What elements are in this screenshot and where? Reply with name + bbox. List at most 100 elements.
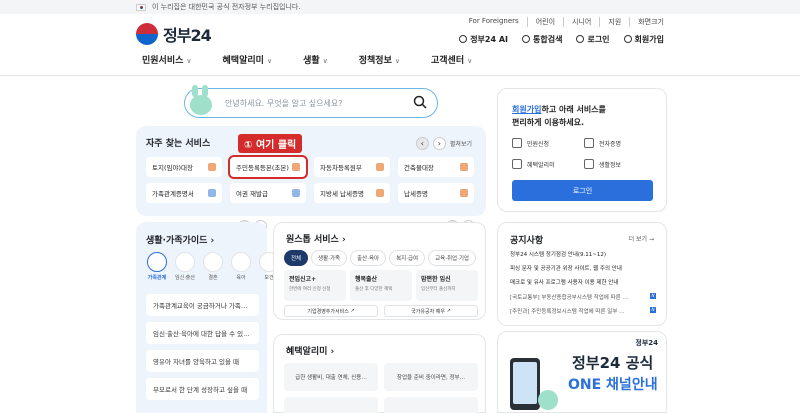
gnb-item-civil[interactable]: 민원서비스 ∨ xyxy=(142,53,192,76)
benefit-card[interactable]: 창업을 준비 중이라면, 정부… xyxy=(384,363,478,391)
life-list-item[interactable]: 영유아 자녀를 양육하고 있을 때 xyxy=(146,350,259,372)
utility-nav: For Foreigners 어린이 시니어 지원 화면크기 xyxy=(469,17,664,27)
faq-expand-link[interactable]: 펼쳐보기 xyxy=(450,139,472,148)
ai-button[interactable]: 정부24 AI xyxy=(459,34,508,45)
site-logo[interactable]: 정부24 xyxy=(136,22,212,46)
life-family-guide: 생활·가족가이드 › 가족관계 임신·출산 결혼 육아 보건 가족관계교육이 궁… xyxy=(136,222,279,413)
faq-item[interactable]: 건축물대장 xyxy=(398,157,474,177)
korea-flag-icon xyxy=(136,3,146,11)
benefit-cards: 급한 생활비, 대출 연체, 신용… 창업을 준비 중이라면, 정부… xyxy=(284,363,478,413)
faq-item[interactable]: 지방세 납세증명 xyxy=(314,183,390,203)
faq-controls: ‹ › 펼쳐보기 xyxy=(415,137,472,150)
promo-banner[interactable]: 정부24 정부24 공식 ONE 채널안내 xyxy=(497,331,667,413)
login-service-list: 민원신청 전자증명 혜택알리미 생활정보 xyxy=(512,138,656,169)
benefit-title[interactable]: 혜택알리미 › xyxy=(286,344,334,357)
faq-item[interactable]: 가족관계증명서 xyxy=(146,183,222,203)
notice-title: 공지사항 xyxy=(510,236,544,246)
document-icon xyxy=(292,163,300,171)
notice-item[interactable]: 매크로 및 유사 프로그램 사용자 이용 제한 안내 xyxy=(510,278,660,286)
login-link[interactable]: 로그인 xyxy=(576,34,610,45)
util-link-support[interactable]: 지원 xyxy=(599,17,621,27)
business-service-button[interactable]: 기업경영추가서비스 ↗ xyxy=(284,305,378,317)
search-input[interactable]: 안녕하세요. 무엇을 알고 싶으세요? xyxy=(184,88,438,118)
notice-item[interactable]: [주민과] 주민등록정보시스템 작업에 따른 일부 … N xyxy=(510,307,660,315)
login-button[interactable]: 로그인 xyxy=(512,180,653,201)
signup-link[interactable]: 회원가입 xyxy=(512,105,541,114)
search-placeholder: 안녕하세요. 무엇을 알고 싶으세요? xyxy=(225,98,343,108)
life-list-item[interactable]: 가족관계교육이 궁금하거나 가족… xyxy=(146,294,259,316)
life-list-item[interactable]: 임신·출산·육아에 대한 답을 수 있… xyxy=(146,322,259,344)
new-badge-icon: N xyxy=(650,307,656,313)
tab-education[interactable]: 교육·취업·기업 xyxy=(428,250,476,266)
chevron-down-icon: ∨ xyxy=(394,57,400,65)
search-area: 안녕하세요. 무엇을 알고 싶으세요? xyxy=(136,77,486,127)
logo-text: 정부24 xyxy=(163,26,212,45)
family-icon[interactable]: 가족관계 xyxy=(146,252,168,281)
gov-notice-strip: 이 누리집은 대한민국 공식 전자정부 누리집입니다. xyxy=(0,0,800,14)
gnb-item-support[interactable]: 고객센터 ∨ xyxy=(431,53,472,76)
gov-notice-text: 이 누리집은 대한민국 공식 전자정부 누리집입니다. xyxy=(152,3,301,11)
faq-item-resident-registration[interactable]: 주민등록등본(초본) xyxy=(228,155,308,179)
chevron-down-icon: ∨ xyxy=(467,57,473,65)
faq-grid: 토지(임야)대장 주민등록등본(초본) 자동차등록원부 건축물대장 가족관계증명… xyxy=(146,155,476,203)
faq-item[interactable]: 여권 재발급 xyxy=(230,183,306,203)
pregnancy-icon[interactable]: 임신·출산 xyxy=(174,252,196,281)
onestop-title[interactable]: 원스톱 서비스 › xyxy=(286,232,346,245)
onestop-card[interactable]: 전입신고+ 한번에 여러 신청 신청 xyxy=(284,270,346,301)
new-badge-icon: N xyxy=(650,293,656,299)
user-icon xyxy=(623,35,632,43)
tab-all[interactable]: 전체 xyxy=(284,250,309,266)
tab-birth[interactable]: 출산·육아 xyxy=(350,250,387,266)
mascot-icon xyxy=(186,85,216,125)
tab-life-family[interactable]: 생활·가족 xyxy=(311,250,348,266)
notice-item[interactable]: [국토교통부] 부동산종합공부시스템 작업에 따른 … N xyxy=(510,293,660,301)
veteran-button[interactable]: 국가유공자 예우 ↗ xyxy=(384,305,478,317)
header: 정부24 For Foreigners 어린이 시니어 지원 화면크기 정부24… xyxy=(0,14,800,54)
document-icon xyxy=(460,163,468,171)
ai-icon xyxy=(459,35,468,43)
faq-item[interactable]: 토지(임야)대장 xyxy=(146,157,222,177)
life-info-item: 생활정보 xyxy=(584,159,656,169)
util-link-font-size[interactable]: 화면크기 xyxy=(629,17,664,27)
life-guide-title[interactable]: 생활·가족가이드 › xyxy=(146,233,214,246)
document-icon xyxy=(376,163,384,171)
benefit-alert-panel: 혜택알리미 › 급한 생활비, 대출 연체, 신용… 창업을 준비 중이라면, … xyxy=(273,334,486,413)
tab-welfare[interactable]: 복지·급여 xyxy=(389,250,426,266)
childcare-icon[interactable]: 육아 xyxy=(230,252,252,281)
faq-item[interactable]: 자동차등록원부 xyxy=(314,157,390,177)
life-list-item[interactable]: 부모로서 한 단계 성장하고 싶을 때 xyxy=(146,378,259,400)
wedding-icon[interactable]: 결혼 xyxy=(202,252,224,281)
util-link-kids[interactable]: 어린이 xyxy=(526,17,555,27)
onestop-tabs: 전체 생활·가족 출산·육아 복지·급여 교육·취업·기업 xyxy=(284,250,476,266)
login-panel: 회원가입하고 아래 서비스를 편리하게 이용하세요. 민원신청 전자증명 혜택알… xyxy=(497,88,667,212)
external-link-icon xyxy=(208,189,216,197)
benefit-card[interactable] xyxy=(384,397,478,413)
prev-arrow-icon[interactable]: ‹ xyxy=(415,137,429,150)
faq-services-panel: 자주 찾는 서비스 ① 여기 클릭 ‹ › 펼쳐보기 토지(임야)대장 주민등록… xyxy=(136,126,486,216)
login-message: 회원가입하고 아래 서비스를 편리하게 이용하세요. xyxy=(512,105,606,127)
util-link-foreigners[interactable]: For Foreigners xyxy=(469,17,519,27)
benefit-alert-item: 혜택알리미 xyxy=(512,159,584,169)
onestop-card[interactable]: 맘편한 임신 임신부터 출산까지 xyxy=(416,270,478,301)
notice-item[interactable]: 정부24 시스템 정기점검 안내(9.11~12) xyxy=(510,250,660,258)
benefit-card[interactable] xyxy=(284,397,378,413)
faq-item[interactable]: 납세증명 xyxy=(398,183,474,203)
next-arrow-icon[interactable]: › xyxy=(432,137,446,150)
gnb-item-policy[interactable]: 정책정보 ∨ xyxy=(359,53,400,76)
benefit-card[interactable]: 급한 생활비, 대출 연체, 신용… xyxy=(284,363,378,391)
search-button[interactable]: 통합검색 xyxy=(522,34,562,45)
document-icon xyxy=(208,163,216,171)
search-icon[interactable] xyxy=(413,95,427,109)
gnb-item-life[interactable]: 생활 ∨ xyxy=(303,53,328,76)
gnb-item-benefit[interactable]: 혜택알리미 ∨ xyxy=(223,53,273,76)
onestop-cards: 전입신고+ 한번에 여러 신청 신청 행복출산 출산 후 다양한 혜택 맘편한 임신… xyxy=(284,270,478,301)
chevron-down-icon: ∨ xyxy=(266,57,273,65)
login-icon xyxy=(576,35,585,43)
notice-item[interactable]: 피싱 문자 및 공공기관 위장 사이트, 웹 주의 안내 xyxy=(510,264,660,272)
join-link[interactable]: 회원가입 xyxy=(623,34,664,45)
notice-more-link[interactable]: 더 보기 → xyxy=(629,234,654,243)
phone-illustration-icon xyxy=(510,358,558,410)
document-icon xyxy=(460,189,468,197)
onestop-card[interactable]: 행복출산 출산 후 다양한 혜택 xyxy=(350,270,412,301)
util-link-senior[interactable]: 시니어 xyxy=(563,17,591,27)
